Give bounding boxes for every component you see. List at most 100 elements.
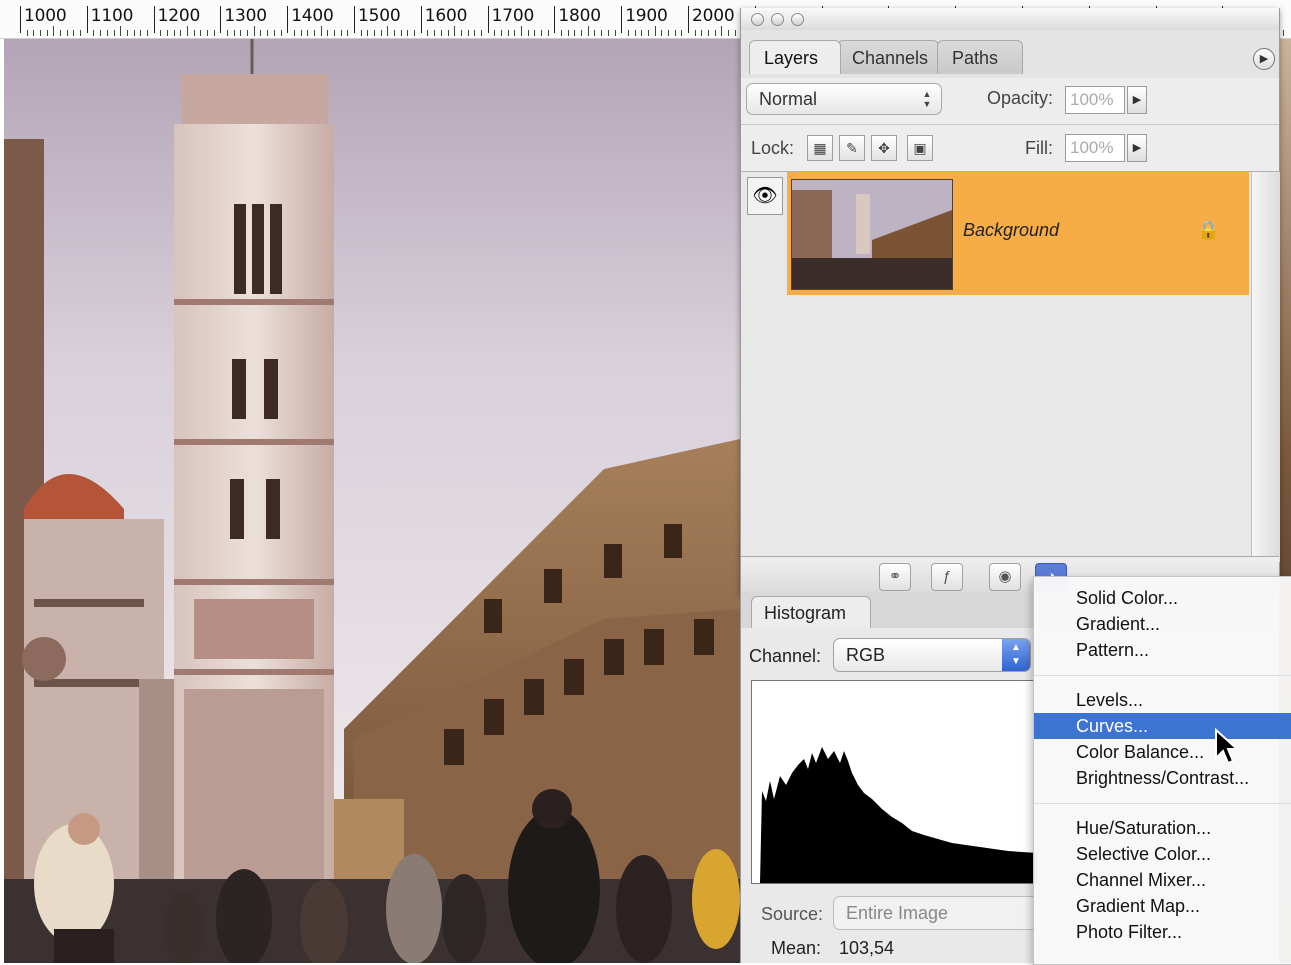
- ruler-minor-tick: [327, 30, 329, 36]
- mean-value: 103,54: [839, 938, 895, 958]
- ruler-minor-tick: [360, 30, 362, 36]
- ruler-minor-tick: [300, 30, 302, 36]
- zoom-window-button[interactable]: [791, 13, 804, 26]
- palette-menu-icon[interactable]: ▶: [1253, 48, 1275, 70]
- histogram-shape: [760, 747, 1037, 883]
- lock-position-move-icon[interactable]: ✥: [871, 135, 897, 161]
- ruler-minor-tick: [480, 30, 482, 36]
- menu-item-selective-color[interactable]: Selective Color...: [1034, 841, 1291, 867]
- ruler-minor-tick: [227, 30, 229, 36]
- ruler-minor-tick: [80, 30, 82, 36]
- document-canvas[interactable]: [4, 39, 740, 963]
- tab-paths[interactable]: Paths: [937, 40, 1023, 74]
- ruler-minor-tick: [313, 30, 315, 36]
- ruler-major-tick: [554, 6, 556, 33]
- channel-value: RGB: [846, 645, 886, 665]
- ruler-minor-tick: [387, 26, 389, 36]
- link-layers-icon[interactable]: ⚭: [879, 563, 911, 591]
- ruler-minor-tick: [494, 30, 496, 36]
- ruler-major-tick: [153, 6, 155, 33]
- ruler-minor-tick: [574, 30, 576, 36]
- fill-input[interactable]: 100%: [1065, 134, 1125, 162]
- ruler-minor-tick: [500, 30, 502, 36]
- mean-label: Mean:: [771, 938, 822, 958]
- source-select[interactable]: Entire Image: [833, 896, 1043, 930]
- layer-row-background[interactable]: Background 🔒: [787, 172, 1249, 295]
- ruler-minor-tick: [106, 30, 108, 36]
- menu-item-brightness-contrast[interactable]: Brightness/Contrast...: [1034, 765, 1291, 791]
- ruler-minor-tick: [233, 30, 235, 36]
- layer-style-icon[interactable]: ƒ: [931, 563, 963, 591]
- ruler-minor-tick: [728, 30, 730, 36]
- ruler-minor-tick: [133, 30, 135, 36]
- close-window-button[interactable]: [751, 13, 764, 26]
- ruler-minor-tick: [667, 30, 669, 36]
- ruler-minor-tick: [26, 30, 28, 36]
- ruler-minor-tick: [40, 30, 42, 36]
- ruler-minor-tick: [647, 30, 649, 36]
- ruler-minor-tick: [400, 30, 402, 36]
- tab-layers[interactable]: Layers: [749, 40, 841, 74]
- menu-item-photo-filter[interactable]: Photo Filter...: [1034, 919, 1291, 945]
- ruler-minor-tick: [253, 26, 255, 36]
- ruler-label: 1500: [358, 6, 401, 26]
- ruler-minor-tick: [140, 30, 142, 36]
- ruler-minor-tick: [474, 30, 476, 36]
- menu-item-pattern[interactable]: Pattern...: [1034, 637, 1291, 663]
- palette-titlebar[interactable]: [741, 8, 1279, 31]
- ruler-minor-tick: [427, 30, 429, 36]
- mouse-pointer-icon: [1215, 728, 1240, 765]
- ruler-minor-tick: [340, 30, 342, 36]
- ruler-label: 1700: [491, 6, 535, 26]
- ruler-minor-tick: [641, 30, 643, 36]
- ruler-minor-tick: [534, 30, 536, 36]
- menu-item-gradient-map[interactable]: Gradient Map...: [1034, 893, 1291, 919]
- menu-item-curves[interactable]: Curves...: [1034, 713, 1291, 739]
- ruler-minor-tick: [601, 30, 603, 36]
- lock-pixels-brush-icon[interactable]: ✎: [839, 135, 865, 161]
- add-mask-icon[interactable]: ◉: [989, 563, 1021, 591]
- ruler-label: 1400: [291, 6, 334, 26]
- menu-item-channel-mixer[interactable]: Channel Mixer...: [1034, 867, 1291, 893]
- channel-label: Channel:: [749, 646, 822, 666]
- ruler-minor-tick: [714, 30, 716, 36]
- eye-visibility-icon[interactable]: 👁: [747, 177, 783, 215]
- ruler-minor-tick: [521, 26, 522, 36]
- ruler-minor-tick: [447, 30, 449, 36]
- ruler-minor-tick: [721, 26, 723, 36]
- channel-select[interactable]: RGB ▲ ▼: [833, 638, 1031, 672]
- ruler-minor-tick: [587, 26, 589, 36]
- menu-item-gradient[interactable]: Gradient...: [1034, 611, 1291, 637]
- updown-arrows-icon: ▲ ▼: [1002, 639, 1030, 671]
- ruler-minor-tick: [120, 26, 122, 36]
- adjustment-layer-menu: Solid Color... Gradient... Pattern... Level…: [1033, 576, 1291, 965]
- ruler-minor-tick: [166, 30, 168, 36]
- opacity-input[interactable]: 100%: [1065, 86, 1125, 114]
- ruler-minor-tick: [407, 30, 409, 36]
- fill-slider-button[interactable]: ▶: [1127, 134, 1147, 162]
- ruler-minor-tick: [581, 30, 583, 36]
- menu-item-hue-saturation[interactable]: Hue/Saturation...: [1034, 815, 1291, 841]
- lock-all-padlock-icon[interactable]: ▣: [907, 135, 933, 161]
- ruler-minor-tick: [434, 30, 436, 36]
- ruler-minor-tick: [126, 30, 128, 36]
- lock-transparency-icon[interactable]: ▦: [807, 135, 833, 161]
- histogram-graph: [751, 680, 1038, 884]
- layer-list-scrollbar[interactable]: [1251, 172, 1280, 562]
- opacity-slider-button[interactable]: ▶: [1127, 86, 1147, 114]
- blend-mode-select[interactable]: Normal ▲ ▼: [746, 83, 942, 115]
- ruler-minor-tick: [60, 30, 62, 36]
- menu-item-levels[interactable]: Levels...: [1034, 687, 1291, 713]
- menu-item-solid-color[interactable]: Solid Color...: [1034, 585, 1291, 611]
- ruler-minor-tick: [293, 30, 295, 36]
- ruler-minor-tick: [614, 30, 616, 36]
- minimize-window-button[interactable]: [771, 13, 784, 26]
- ruler-minor-tick: [247, 30, 249, 36]
- ruler-minor-tick: [347, 30, 349, 36]
- opacity-label: Opacity:: [987, 88, 1054, 108]
- ruler-minor-tick: [654, 26, 656, 36]
- ruler-minor-tick: [661, 30, 663, 36]
- menu-item-color-balance[interactable]: Color Balance...: [1034, 739, 1291, 765]
- tab-channels[interactable]: Channels: [837, 40, 939, 74]
- tab-histogram[interactable]: Histogram: [751, 596, 871, 628]
